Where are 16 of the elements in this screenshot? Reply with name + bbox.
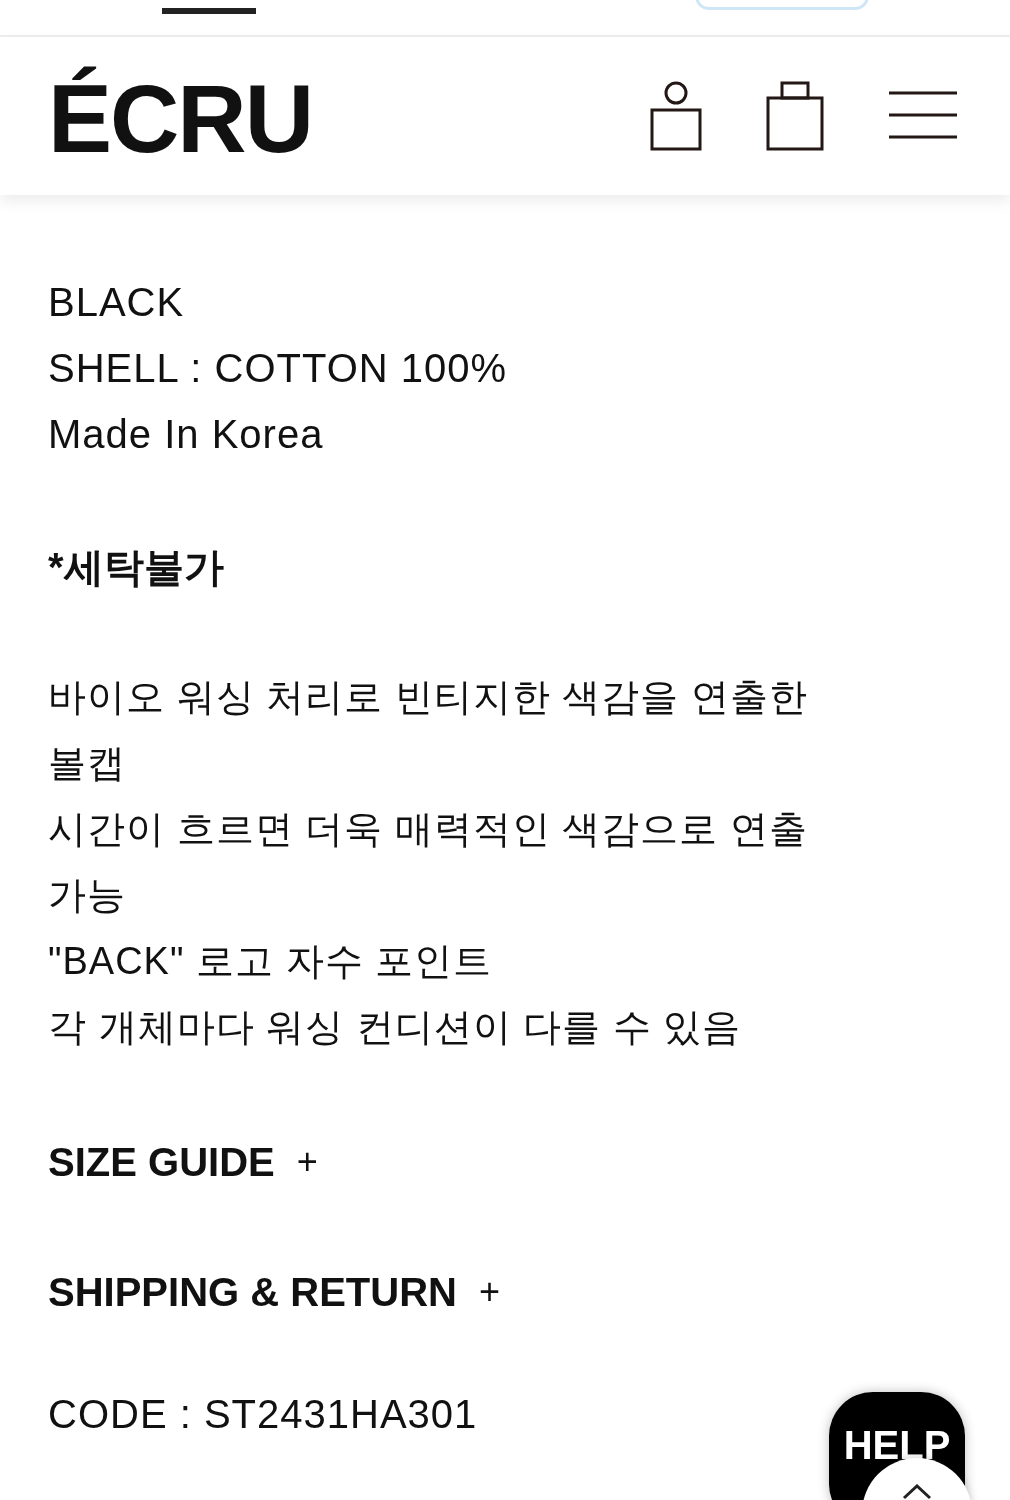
- product-code: CODE : ST2431HA301: [48, 1392, 479, 1437]
- menu-icon[interactable]: [888, 90, 958, 142]
- accordion-toggle[interactable]: SHIPPING & RETURN +: [48, 1264, 500, 1320]
- detail-text: Made In Korea: [48, 411, 325, 458]
- description-text: 바이오 워싱 처리로 빈티지한 색감을 연출한 볼캡: [48, 675, 809, 786]
- accordion-toggle[interactable]: SIZE GUIDE +: [48, 1134, 318, 1190]
- notice-text: *세탁불가: [48, 544, 225, 591]
- description-text: 시간이 흐르면 더욱 매력적인 색감으로 연출 가능: [48, 807, 809, 918]
- caret-icon: [902, 1484, 932, 1500]
- logo[interactable]: ÉCRU: [48, 59, 312, 179]
- detail-text: BLACK: [48, 279, 186, 326]
- account-icon[interactable]: [650, 81, 702, 151]
- detail-text: SHELL : COTTON 100%: [48, 345, 509, 392]
- description-text: 각 개체마다 워싱 컨디션이 다를 수 있음: [48, 1005, 743, 1050]
- bag-icon[interactable]: [766, 81, 824, 151]
- description-text: "BACK" 로고 자수 포인트: [48, 939, 494, 984]
